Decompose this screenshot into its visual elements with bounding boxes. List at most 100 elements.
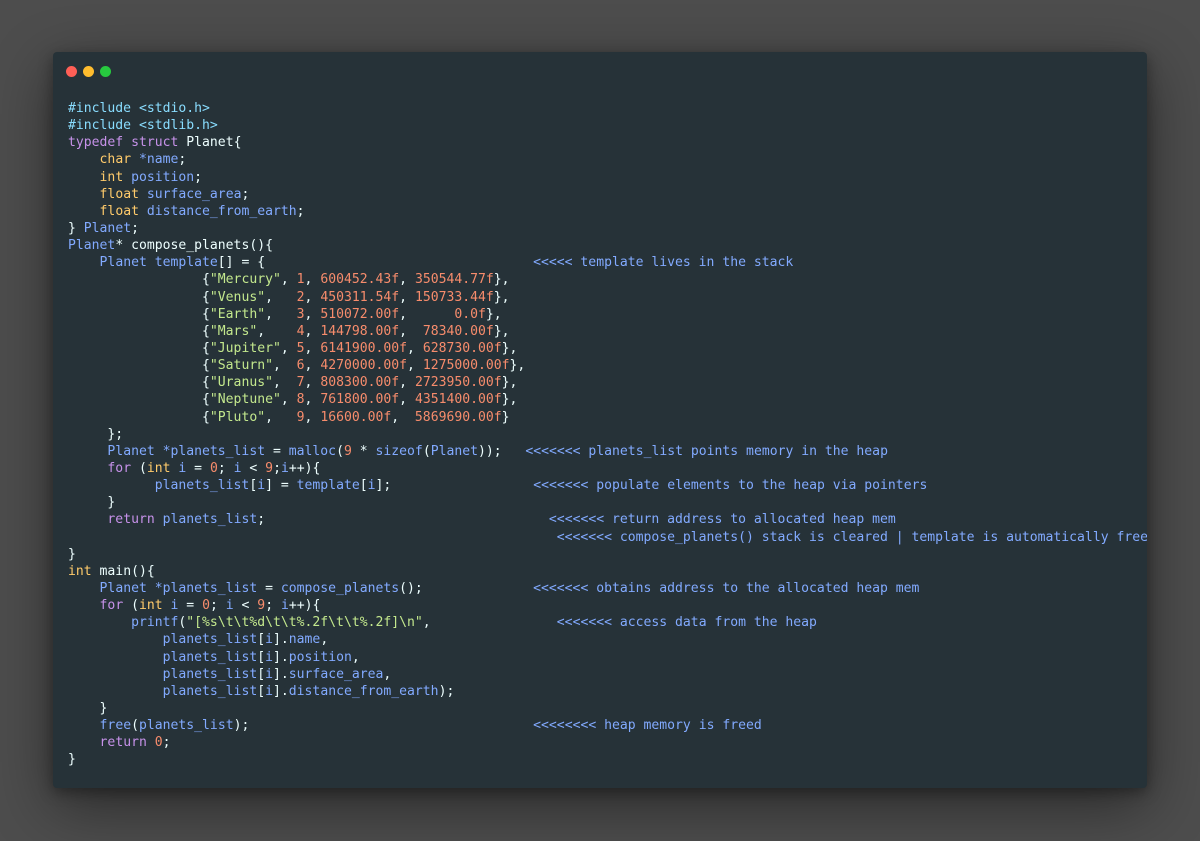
code-text: , <box>304 409 321 425</box>
code-number: 9 <box>296 409 305 425</box>
code-text: { <box>68 289 210 305</box>
code-number: 150733.44f <box>414 289 494 305</box>
code-text: ; <box>209 598 226 614</box>
code-text: , <box>399 306 455 322</box>
code-text: < <box>233 598 258 614</box>
code-line: } <box>68 751 1147 768</box>
code-line: planets_list[i].distance_from_earth); <box>68 683 1147 700</box>
code-identifier: position <box>131 169 195 185</box>
code-identifier: i <box>367 478 376 494</box>
code-line: planets_list[i].position, <box>68 649 1147 666</box>
code-text: }, <box>493 289 510 305</box>
code-identifier: Planet <box>83 220 132 236</box>
code-identifier: i <box>280 460 289 476</box>
code-line: #include <stdlib.h> <box>68 117 1147 134</box>
code-identifier: planets_list <box>162 683 258 699</box>
code-text: ; <box>241 186 250 202</box>
code-string: "Earth" <box>209 306 266 322</box>
code-number: 2 <box>296 289 305 305</box>
code-line: float distance_from_earth; <box>68 203 1147 220</box>
code-text: [ <box>257 649 266 665</box>
code-text: } <box>68 220 84 236</box>
code-text: { <box>68 323 210 339</box>
code-text: , <box>304 375 321 391</box>
code-text: = <box>265 443 289 459</box>
code-number: 510072.00f <box>320 306 400 322</box>
code-number: 808300.00f <box>320 375 400 391</box>
code-text: { <box>68 358 210 374</box>
code-text: , <box>272 375 297 391</box>
code-number: 4 <box>296 323 305 339</box>
code-number: 2723950.00f <box>414 375 502 391</box>
code-text: Planet{ <box>178 135 242 151</box>
code-text: (); <box>399 580 534 596</box>
code-number: 4270000.00f <box>320 358 408 374</box>
code-text: }, <box>501 392 518 408</box>
close-button[interactable] <box>66 66 77 77</box>
code-number: 0 <box>202 598 210 614</box>
code-text: , <box>265 289 297 305</box>
code-text: , <box>257 323 297 339</box>
code-comment: <<<<<<< obtains address to the allocated… <box>533 580 920 596</box>
code-identifier: i <box>257 478 266 494</box>
minimize-button[interactable] <box>83 66 94 77</box>
code-line: for (int i = 0; i < 9; i++){ <box>68 597 1147 614</box>
code-text: }, <box>493 272 510 288</box>
code-editor[interactable]: #include <stdio.h> #include <stdlib.h> typ… <box>68 100 1147 768</box>
code-type: int <box>146 460 171 476</box>
code-number: 16600.00f <box>320 409 392 425</box>
code-line: planets_list[i].name, <box>68 631 1147 648</box>
code-text: ; <box>217 460 234 476</box>
code-line: typedef struct Planet{ <box>68 134 1147 151</box>
code-text: ]. <box>273 632 289 648</box>
code-identifier: i <box>225 598 234 614</box>
code-identifier: planets_list <box>162 666 258 682</box>
code-text: { <box>68 306 210 322</box>
code-text: , <box>280 272 297 288</box>
code-text: [ <box>257 666 266 682</box>
code-number: 5 <box>296 340 305 356</box>
code-keyword: for <box>99 598 124 614</box>
code-text: ; <box>265 598 281 614</box>
code-line: <<<<<<< compose_planets() stack is clear… <box>68 529 1147 546</box>
code-identifier: planets_list <box>138 718 234 734</box>
code-text: main(){ <box>91 563 155 579</box>
code-number: 450311.54f <box>320 289 400 305</box>
code-line: {"Mercury", 1, 600452.43f, 350544.77f}, <box>68 271 1147 288</box>
code-identifier: i <box>265 683 273 699</box>
code-text: { <box>68 375 210 391</box>
code-keyword: return <box>107 512 155 528</box>
code-text: = <box>178 598 203 614</box>
maximize-button[interactable] <box>100 66 111 77</box>
code-identifier: i <box>265 632 273 648</box>
code-identifier: planets_list <box>154 478 250 494</box>
code-text: ( <box>131 460 147 476</box>
code-identifier: i <box>265 666 273 682</box>
code-text: )); <box>478 443 526 459</box>
code-identifier: template <box>296 478 360 494</box>
code-identifier: Planet <box>430 443 479 459</box>
code-text: }; <box>68 426 124 442</box>
code-identifier: malloc <box>288 443 337 459</box>
code-string: "[%s\t\t%d\t\t%.2f\t\t%.2f]\n" <box>186 615 423 631</box>
code-text: }, <box>485 306 502 322</box>
code-type: int <box>68 563 92 579</box>
code-line: } <box>68 700 1147 717</box>
code-text: ]. <box>273 683 289 699</box>
code-text: ); <box>438 683 455 699</box>
code-preprocessor: #include <stdlib.h> <box>68 118 218 134</box>
code-text: [] = { <box>217 255 534 271</box>
code-text: = <box>257 580 281 596</box>
code-line: int main(){ <box>68 563 1147 580</box>
code-type: int <box>138 598 163 614</box>
code-line: float surface_area; <box>68 186 1147 203</box>
